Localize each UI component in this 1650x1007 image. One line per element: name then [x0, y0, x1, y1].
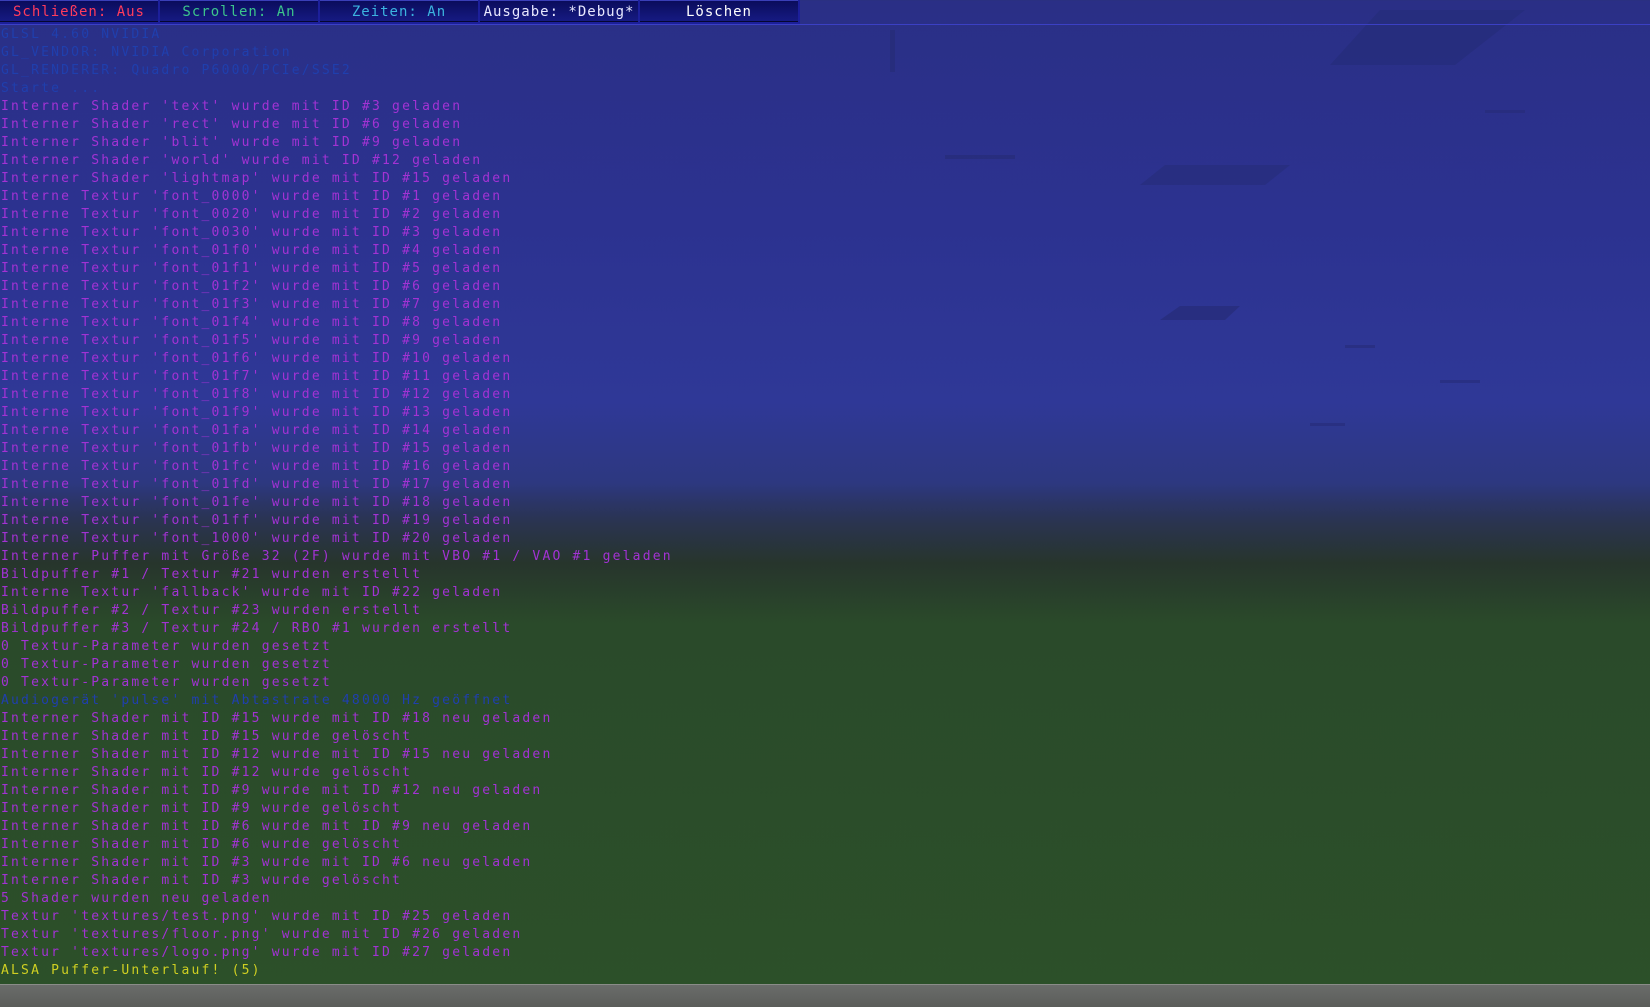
console-line: Interner Shader 'rect' wurde mit ID #6 g… [1, 117, 463, 132]
console-line: Interne Textur 'font_01f5' wurde mit ID … [1, 333, 503, 348]
console-line: Interner Shader mit ID #6 wurde mit ID #… [1, 819, 533, 834]
console-line: Interner Shader mit ID #15 wurde gelösch… [1, 729, 413, 744]
console-line: Interne Textur 'font_01f3' wurde mit ID … [1, 297, 503, 312]
console-line: Interne Textur 'font_0020' wurde mit ID … [1, 207, 503, 222]
console-line: Interne Textur 'font_01f0' wurde mit ID … [1, 243, 503, 258]
console-line: Textur 'textures/test.png' wurde mit ID … [1, 909, 513, 924]
console-line: Starte ... [1, 81, 102, 96]
console-line: Interner Shader mit ID #9 wurde mit ID #… [1, 783, 543, 798]
console-line: Interner Shader mit ID #15 wurde mit ID … [1, 711, 553, 726]
times-toggle-button[interactable]: Zeiten: An [320, 0, 478, 22]
console-line: Interne Textur 'font_01fd' wurde mit ID … [1, 477, 513, 492]
console-line: 5 Shader wurden neu geladen [1, 891, 272, 906]
console-line: Interner Shader mit ID #12 wurde gelösch… [1, 765, 413, 780]
console-line: Interne Textur 'font_01f2' wurde mit ID … [1, 279, 503, 294]
console-line: Interne Textur 'font_01ff' wurde mit ID … [1, 513, 513, 528]
console-line: Interner Shader mit ID #12 wurde mit ID … [1, 747, 553, 762]
console-line: GLSL 4.60 NVIDIA [1, 27, 162, 42]
console-line: Textur 'textures/logo.png' wurde mit ID … [1, 945, 513, 960]
toolbar-divider [0, 24, 1650, 25]
console-log[interactable]: GLSL 4.60 NVIDIA GL_VENDOR: NVIDIA Corpor… [1, 26, 1641, 986]
console-line: Interner Shader 'world' wurde mit ID #12… [1, 153, 483, 168]
console-line: Interne Textur 'font_01f9' wurde mit ID … [1, 405, 513, 420]
console-input-bar[interactable] [0, 984, 1650, 1007]
console-line: 0 Textur-Parameter wurden gesetzt [1, 657, 332, 672]
console-line: Interne Textur 'fallback' wurde mit ID #… [1, 585, 503, 600]
console-line: Interne Textur 'font_01f4' wurde mit ID … [1, 315, 503, 330]
console-line: GL_RENDERER: Quadro P6000/PCIe/SSE2 [1, 63, 352, 78]
console-line: Interne Textur 'font_01fb' wurde mit ID … [1, 441, 513, 456]
console-toolbar: Schließen: Aus Scrollen: An Zeiten: An A… [0, 0, 800, 24]
console-line: Interne Textur 'font_01fc' wurde mit ID … [1, 459, 513, 474]
console-line: ALSA Puffer-Unterlauf! (5) [1, 963, 262, 978]
console-line: Interner Puffer mit Größe 32 (2F) wurde … [1, 549, 673, 564]
console-line: 0 Textur-Parameter wurden gesetzt [1, 675, 332, 690]
close-toggle-button[interactable]: Schließen: Aus [0, 0, 158, 22]
console-line: Interner Shader mit ID #3 wurde mit ID #… [1, 855, 533, 870]
console-line: Interne Textur 'font_0000' wurde mit ID … [1, 189, 503, 204]
console-line: Interner Shader mit ID #3 wurde gelöscht [1, 873, 403, 888]
scroll-toggle-button[interactable]: Scrollen: An [160, 0, 318, 22]
console-line: Interne Textur 'font_01f8' wurde mit ID … [1, 387, 513, 402]
console-line: Interne Textur 'font_0030' wurde mit ID … [1, 225, 503, 240]
console-line: Interner Shader mit ID #6 wurde gelöscht [1, 837, 403, 852]
console-line: Interner Shader 'lightmap' wurde mit ID … [1, 171, 513, 186]
console-line: 0 Textur-Parameter wurden gesetzt [1, 639, 332, 654]
console-line: Bildpuffer #1 / Textur #21 wurden erstel… [1, 567, 423, 582]
clear-button[interactable]: Löschen [640, 0, 798, 22]
console-line: Audiogerät 'pulse' mit Abtastrate 48000 … [1, 693, 513, 708]
console-line: Interne Textur 'font_01fa' wurde mit ID … [1, 423, 513, 438]
output-select-button[interactable]: Ausgabe: *Debug* [480, 0, 638, 22]
console-line: Interner Shader mit ID #9 wurde gelöscht [1, 801, 403, 816]
console-line: Interne Textur 'font_01f6' wurde mit ID … [1, 351, 513, 366]
console-line: Interne Textur 'font_01f7' wurde mit ID … [1, 369, 513, 384]
console-line: Interne Textur 'font_01f1' wurde mit ID … [1, 261, 503, 276]
console-line: Interner Shader 'blit' wurde mit ID #9 g… [1, 135, 463, 150]
console-line: Interne Textur 'font_01fe' wurde mit ID … [1, 495, 513, 510]
console-line: Interner Shader 'text' wurde mit ID #3 g… [1, 99, 463, 114]
console-line: Bildpuffer #3 / Textur #24 / RBO #1 wurd… [1, 621, 513, 636]
console-line: Interne Textur 'font_1000' wurde mit ID … [1, 531, 513, 546]
console-line: Bildpuffer #2 / Textur #23 wurden erstel… [1, 603, 423, 618]
console-line: Textur 'textures/floor.png' wurde mit ID… [1, 927, 523, 942]
console-line: GL_VENDOR: NVIDIA Corporation [1, 45, 292, 60]
